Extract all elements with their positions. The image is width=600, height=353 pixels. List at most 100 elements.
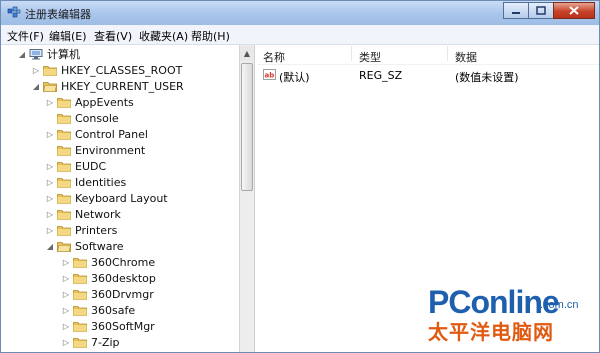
maximize-icon (536, 6, 546, 15)
collapse-arrow-icon[interactable]: ◢ (45, 239, 55, 253)
folder-icon (57, 225, 71, 236)
expand-arrow-icon[interactable]: ▷ (61, 319, 71, 333)
collapse-arrow-icon[interactable]: ◢ (31, 79, 41, 93)
tree-scrollbar[interactable]: ▲ (239, 45, 255, 352)
tree-node-keyboard-layout[interactable]: ▷ Keyboard Layout (45, 191, 168, 205)
expand-arrow-icon[interactable]: ▷ (45, 175, 55, 189)
scroll-up-arrow-icon[interactable]: ▲ (240, 46, 254, 61)
key-tree-pane[interactable]: ◢ 计算机 ▷ HKEY_CLASSES_ROOT ◢ HKEY_CURRENT… (3, 45, 239, 352)
tree-node-eudc[interactable]: ▷ EUDC (45, 159, 106, 173)
column-divider[interactable] (351, 46, 352, 61)
folder-icon (73, 257, 87, 268)
value-data: (数值未设置) (455, 71, 519, 84)
watermark-domain: .com.cn (540, 299, 579, 311)
folder-open-icon (43, 81, 57, 92)
folder-icon (57, 209, 71, 220)
tree-label: 360SoftMgr (91, 319, 155, 333)
folder-icon (57, 193, 71, 204)
tree-label: AppEvents (75, 95, 134, 109)
collapse-arrow-icon[interactable]: ◢ (17, 47, 27, 61)
tree-label: 360desktop (91, 271, 156, 285)
column-divider[interactable] (447, 46, 448, 61)
menu-edit[interactable]: 编辑(E) (49, 28, 87, 44)
expand-arrow-icon[interactable]: ▷ (61, 287, 71, 301)
tree-node-360desktop[interactable]: ▷ 360desktop (61, 271, 156, 285)
tree-node-printers[interactable]: ▷ Printers (45, 223, 117, 237)
menu-help[interactable]: 帮助(H) (191, 28, 230, 44)
tree-node-environment[interactable]: Environment (45, 143, 145, 157)
menu-bar: 文件(F) 编辑(E) 查看(V) 收藏夹(A) 帮助(H) (1, 25, 599, 45)
maximize-button[interactable] (528, 2, 554, 19)
tree-node-network[interactable]: ▷ Network (45, 207, 121, 221)
tree-node-appevents[interactable]: ▷ AppEvents (45, 95, 134, 109)
expander-blank (45, 111, 55, 125)
expand-arrow-icon[interactable]: ▷ (45, 127, 55, 141)
tree-node-identities[interactable]: ▷ Identities (45, 175, 126, 189)
tree-label: 7-Zip (91, 335, 120, 349)
tree-node-hkey-current-user[interactable]: ◢ HKEY_CURRENT_USER (31, 79, 184, 93)
expand-arrow-icon[interactable]: ▷ (45, 223, 55, 237)
tree-node-360drvmgr[interactable]: ▷ 360Drvmgr (61, 287, 154, 301)
folder-icon (43, 65, 57, 76)
folder-icon (73, 321, 87, 332)
tree-node-360safe[interactable]: ▷ 360safe (61, 303, 135, 317)
column-header-data[interactable]: 数据 (455, 49, 477, 65)
menu-file[interactable]: 文件(F) (7, 28, 44, 44)
tree-node-7zip[interactable]: ▷ 7-Zip (61, 335, 120, 349)
value-type: REG_SZ (359, 69, 403, 82)
expand-arrow-icon[interactable]: ▷ (45, 207, 55, 221)
close-button[interactable] (553, 2, 595, 19)
menu-favorites[interactable]: 收藏夹(A) (139, 28, 188, 44)
tree-label: Console (75, 111, 119, 125)
pconline-watermark: PConline .com.cn 太平洋电脑网 (428, 286, 598, 348)
tree-node-hkey-classes-root[interactable]: ▷ HKEY_CLASSES_ROOT (31, 63, 182, 77)
folder-icon (73, 273, 87, 284)
regedit-app-icon (7, 6, 21, 19)
tree-node-360chrome[interactable]: ▷ 360Chrome (61, 255, 155, 269)
tree-node-software[interactable]: ◢ Software (45, 239, 124, 253)
tree-node-360softmgr[interactable]: ▷ 360SoftMgr (61, 319, 155, 333)
tree-label: 360Drvmgr (91, 287, 154, 301)
expand-arrow-icon[interactable]: ▷ (45, 159, 55, 173)
column-header-type[interactable]: 类型 (359, 49, 381, 65)
tree-label: 360Chrome (91, 255, 156, 269)
tree-node-control-panel[interactable]: ▷ Control Panel (45, 127, 148, 141)
expander-blank (45, 143, 55, 157)
value-name: (默认) (279, 71, 310, 84)
tree-label: HKEY_CLASSES_ROOT (61, 63, 183, 77)
tree-node-computer[interactable]: ◢ 计算机 (17, 47, 80, 61)
folder-icon (57, 97, 71, 108)
expand-arrow-icon[interactable]: ▷ (61, 303, 71, 317)
tree-label: Software (75, 239, 124, 253)
expand-arrow-icon[interactable]: ▷ (61, 271, 71, 285)
tree-label: EUDC (75, 159, 107, 173)
expand-arrow-icon[interactable]: ▷ (61, 255, 71, 269)
tree-label: Network (75, 207, 121, 221)
tree-node-console[interactable]: Console (45, 111, 119, 125)
folder-icon (57, 145, 71, 156)
folder-open-icon (57, 241, 71, 252)
header-separator (257, 64, 599, 65)
minimize-icon (512, 11, 520, 14)
string-value-icon: ab (263, 69, 276, 83)
menu-view[interactable]: 查看(V) (94, 28, 132, 44)
column-header-name[interactable]: 名称 (263, 49, 285, 65)
expand-arrow-icon[interactable]: ▷ (31, 63, 41, 77)
expand-arrow-icon[interactable]: ▷ (45, 95, 55, 109)
folder-icon (73, 289, 87, 300)
folder-icon (57, 129, 71, 140)
expand-arrow-icon[interactable]: ▷ (61, 335, 71, 349)
tree-label: Environment (75, 143, 146, 157)
tree-label: 360safe (91, 303, 136, 317)
tree-label: Keyboard Layout (75, 191, 168, 205)
tree-label: Printers (75, 223, 118, 237)
scrollbar-thumb[interactable] (241, 63, 253, 191)
expand-arrow-icon[interactable]: ▷ (45, 191, 55, 205)
title-bar[interactable]: 注册表编辑器 (1, 1, 599, 25)
window-title: 注册表编辑器 (25, 8, 91, 21)
tree-label: HKEY_CURRENT_USER (61, 79, 184, 93)
folder-icon (57, 113, 71, 124)
minimize-button[interactable] (503, 2, 529, 19)
watermark-cn: 太平洋电脑网 (428, 320, 554, 344)
tree-label: Control Panel (75, 127, 148, 141)
